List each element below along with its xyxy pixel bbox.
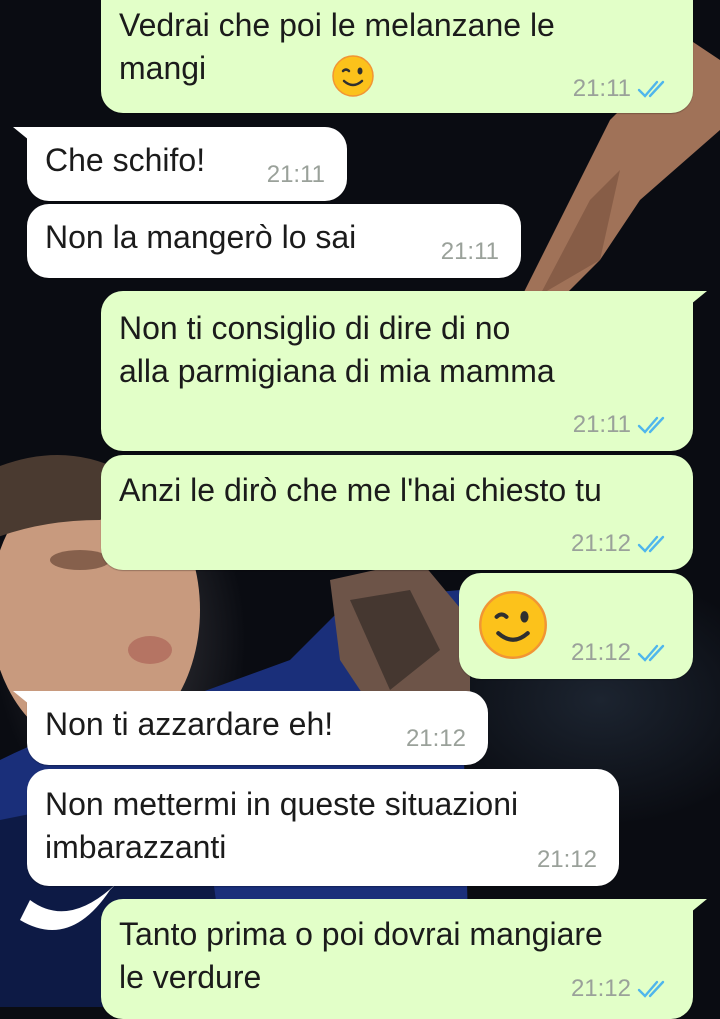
message-meta: 21:12 [571, 639, 671, 667]
winking-face-emoji [332, 55, 374, 97]
double-check-icon [637, 80, 665, 98]
message-time: 21:12 [570, 639, 631, 666]
message-meta: 21:12 [537, 846, 597, 874]
message-text: Anzi le dirò che me l'hai chiesto tu [119, 472, 602, 508]
message-time: 21:11 [440, 238, 499, 265]
message-meta: 21:11 [573, 75, 671, 103]
message-text: Non mettermi in queste situazioni imbara… [45, 786, 519, 865]
message-time: 21:11 [572, 411, 631, 438]
message-bubble-outgoing[interactable]: Vedrai che poi le melanzane le mangi 21:… [101, 0, 693, 113]
message-time: 21:11 [572, 75, 631, 102]
message-text: Non ti consiglio di dire di no alla parm… [119, 310, 555, 389]
message-bubble-incoming[interactable]: Non ti azzardare eh! 21:12 [13, 691, 488, 765]
bubble-tail [13, 127, 35, 145]
message-meta: 21:12 [571, 975, 671, 1003]
bubble-tail [685, 899, 707, 917]
message-time: 21:12 [536, 846, 597, 873]
bubble-tail [13, 691, 35, 709]
message-meta: 21:12 [406, 725, 466, 753]
message-meta: 21:11 [441, 238, 499, 266]
message-bubble-outgoing[interactable]: Tanto prima o poi dovrai mangiare le ver… [101, 899, 707, 1019]
message-bubble-outgoing[interactable]: 21:12 [459, 573, 693, 679]
message-meta: 21:11 [267, 161, 325, 189]
message-bubble-incoming[interactable]: Non mettermi in queste situazioni imbara… [27, 769, 619, 886]
message-text: Che schifo! [45, 142, 206, 178]
message-text: Non ti azzardare eh! [45, 706, 334, 742]
message-meta: 21:11 [573, 411, 671, 439]
message-time: 21:12 [570, 975, 631, 1002]
double-check-icon [637, 535, 665, 553]
message-time: 21:12 [570, 530, 631, 557]
message-time: 21:12 [405, 725, 466, 752]
bubble-tail [685, 291, 707, 309]
message-time: 21:11 [266, 161, 325, 188]
message-bubble-outgoing[interactable]: Non ti consiglio di dire di no alla parm… [101, 291, 707, 451]
double-check-icon [637, 644, 665, 662]
double-check-icon [637, 416, 665, 434]
message-bubble-incoming[interactable]: Che schifo! 21:11 [13, 127, 347, 201]
message-bubble-outgoing[interactable]: Anzi le dirò che me l'hai chiesto tu 21:… [101, 455, 693, 570]
double-check-icon [637, 980, 665, 998]
message-meta: 21:12 [571, 530, 671, 558]
message-bubble-incoming[interactable]: Non la mangerò lo sai 21:11 [27, 204, 521, 278]
message-text: Non la mangerò lo sai [45, 219, 357, 255]
winking-face-emoji [479, 591, 547, 659]
